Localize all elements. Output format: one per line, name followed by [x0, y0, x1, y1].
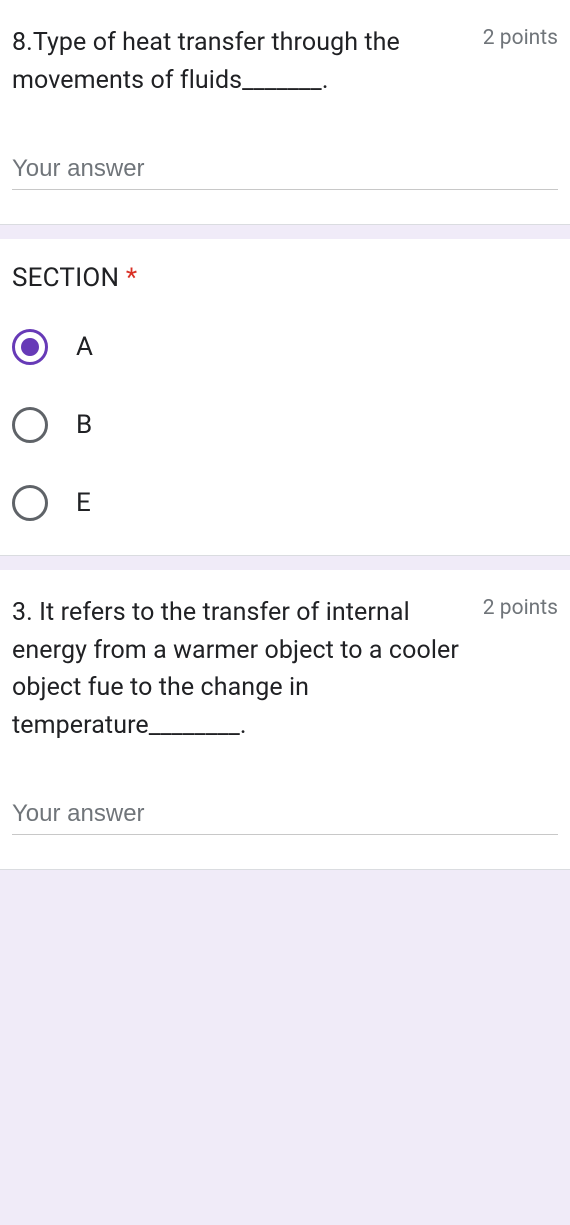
answer-input-wrap: [12, 149, 558, 190]
radio-option-e[interactable]: E: [12, 485, 558, 521]
section-title-text: SECTION: [12, 263, 126, 293]
radio-label: E: [76, 488, 91, 518]
question-text: 8.Type of heat transfer through the move…: [12, 24, 475, 99]
points-label: 2 points: [483, 594, 558, 620]
section-card: SECTION * A B E: [0, 239, 570, 556]
question-header: 3. It refers to the transfer of internal…: [12, 594, 558, 744]
section-title: SECTION *: [12, 263, 558, 293]
radio-label: B: [76, 410, 92, 440]
answer-input-wrap: [12, 794, 558, 835]
radio-dot-icon: [21, 338, 39, 356]
required-asterisk: *: [126, 263, 137, 293]
radio-circle-icon: [12, 329, 48, 365]
points-label: 2 points: [483, 24, 558, 50]
question-card-1: 8.Type of heat transfer through the move…: [0, 0, 570, 225]
radio-circle-icon: [12, 407, 48, 443]
radio-option-a[interactable]: A: [12, 329, 558, 365]
question-card-2: 3. It refers to the transfer of internal…: [0, 570, 570, 870]
radio-circle-icon: [12, 485, 48, 521]
answer-input[interactable]: [12, 794, 558, 835]
question-text: 3. It refers to the transfer of internal…: [12, 594, 475, 744]
answer-input[interactable]: [12, 149, 558, 190]
radio-label: A: [76, 332, 93, 362]
question-header: 8.Type of heat transfer through the move…: [12, 24, 558, 99]
radio-option-b[interactable]: B: [12, 407, 558, 443]
radio-group: A B E: [12, 329, 558, 521]
